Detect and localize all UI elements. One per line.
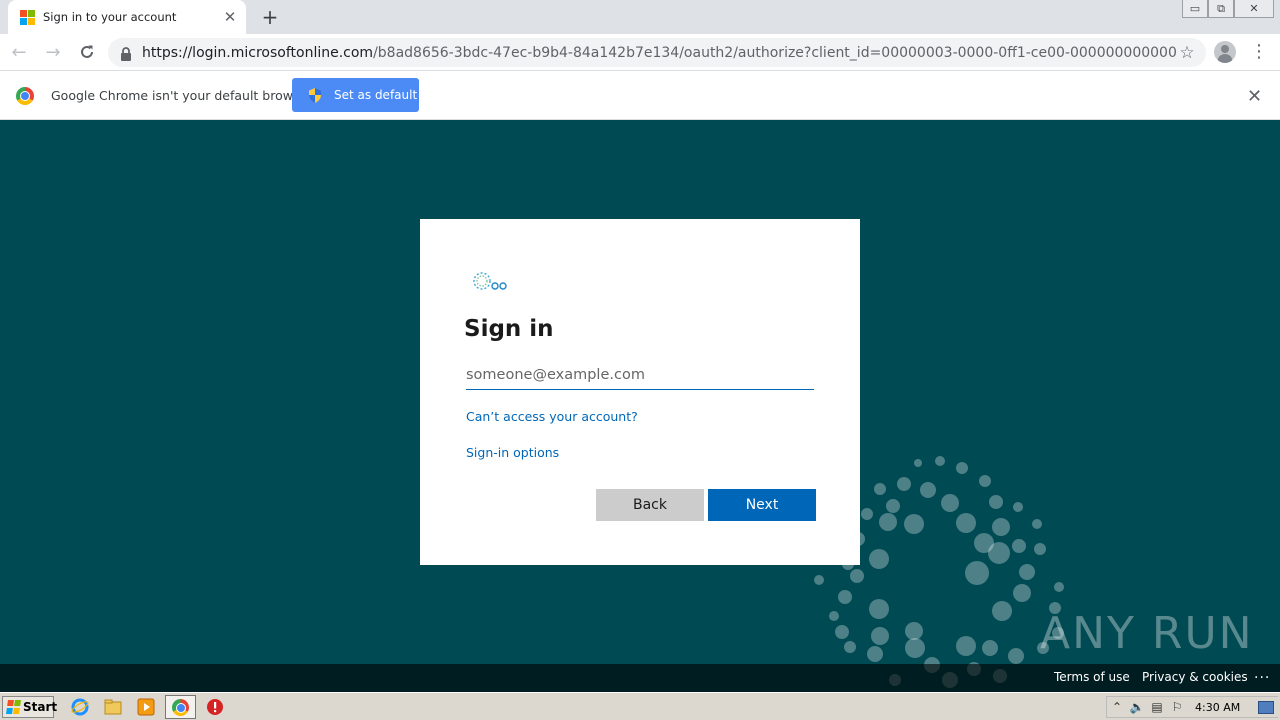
taskbar: Start ⌃ 🔈 ▤ ⚐ 4:30 AM: [0, 692, 1280, 720]
more-options-icon[interactable]: ...: [1254, 666, 1270, 682]
infobar-message: Google Chrome isn't your default browser: [51, 88, 313, 103]
signin-card: Sign in Can’t access your account? Sign-…: [420, 219, 860, 565]
clock[interactable]: 4:30 AM: [1195, 701, 1240, 714]
signin-options-link[interactable]: Sign-in options: [466, 445, 559, 460]
microsoft-logo-icon: [20, 9, 35, 25]
back-arrow-icon[interactable]: ←: [4, 37, 34, 67]
tenant-logo-icon: [473, 272, 507, 290]
action-center-flag-icon[interactable]: ⚐: [1167, 700, 1187, 714]
chrome-logo-icon: [16, 87, 34, 105]
set-as-default-button[interactable]: Set as default: [292, 78, 419, 112]
start-label: Start: [23, 700, 58, 714]
media-player-icon[interactable]: [137, 698, 155, 716]
stop-icon[interactable]: [206, 698, 224, 716]
default-browser-infobar: Google Chrome isn't your default browser…: [0, 71, 1280, 120]
network-icon[interactable]: ▤: [1147, 700, 1167, 714]
privacy-cookies-link[interactable]: Privacy & cookies: [1142, 670, 1248, 684]
tab-title: Sign in to your account: [43, 10, 177, 24]
more-vert-icon[interactable]: ⋮: [1250, 42, 1268, 62]
file-explorer-icon[interactable]: [104, 698, 122, 716]
set-as-default-label: Set as default: [334, 88, 418, 102]
chrome-logo-icon: [172, 699, 189, 716]
windows-logo-icon: [6, 700, 21, 714]
cant-access-account-link[interactable]: Can’t access your account?: [466, 409, 638, 424]
infobar-close-icon[interactable]: ✕: [1247, 86, 1262, 107]
email-input[interactable]: [466, 361, 814, 390]
star-icon[interactable]: ☆: [1176, 43, 1198, 63]
show-hidden-icons-icon[interactable]: ⌃: [1107, 700, 1127, 714]
restore-icon[interactable]: ⧉: [1208, 0, 1234, 18]
system-tray: ⌃ 🔈 ▤ ⚐ 4:30 AM: [1106, 696, 1278, 718]
page-footer: Terms of use Privacy & cookies ...: [0, 664, 1280, 692]
back-button[interactable]: Back: [596, 489, 704, 521]
lock-icon[interactable]: [120, 46, 134, 61]
new-tab-icon[interactable]: +: [258, 5, 282, 29]
url-text[interactable]: https://login.microsoftonline.com/b8ad86…: [142, 45, 1176, 61]
anyrun-watermark: ANY RUN: [1040, 608, 1254, 659]
shield-icon: [309, 87, 321, 103]
reload-icon[interactable]: [72, 37, 102, 67]
tab-sign-in[interactable]: Sign in to your account ✕: [8, 0, 246, 34]
signin-heading: Sign in: [464, 316, 554, 342]
url-host: https://login.microsoftonline.com: [142, 44, 374, 61]
minimize-icon[interactable]: ▭: [1182, 0, 1208, 18]
internet-explorer-icon[interactable]: [71, 698, 89, 716]
next-button[interactable]: Next: [708, 489, 816, 521]
tab-close-icon[interactable]: ✕: [220, 7, 240, 27]
avatar-icon[interactable]: [1214, 41, 1236, 63]
show-desktop-icon[interactable]: [1258, 701, 1274, 714]
taskbar-chrome-button[interactable]: [165, 695, 196, 719]
start-button[interactable]: Start: [2, 696, 58, 718]
terms-of-use-link[interactable]: Terms of use: [1054, 670, 1130, 684]
browser-toolbar: ← → https://login.microsoftonline.com/b8…: [0, 34, 1280, 71]
window-close-icon[interactable]: ✕: [1234, 0, 1274, 18]
forward-arrow-icon[interactable]: →: [38, 37, 68, 67]
url-path: /b8ad8656-3bdc-47ec-b9b4-84a142b7e134/oa…: [373, 44, 1176, 61]
tab-strip: Sign in to your account ✕ + ▭ ⧉ ✕: [0, 0, 1280, 34]
volume-icon[interactable]: 🔈: [1127, 700, 1147, 714]
window-controls: ▭ ⧉ ✕: [1182, 0, 1274, 18]
address-bar[interactable]: https://login.microsoftonline.com/b8ad86…: [108, 38, 1206, 67]
signin-page: Sign in Can’t access your account? Sign-…: [0, 120, 1280, 692]
